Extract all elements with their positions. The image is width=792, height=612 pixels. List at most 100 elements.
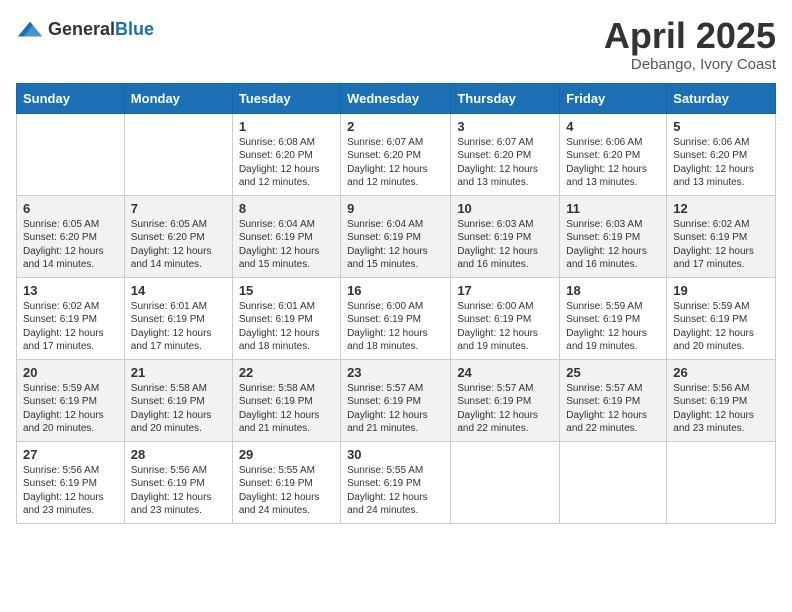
calendar-cell: 9 Sunrise: 6:04 AM Sunset: 6:19 PM Daylig…	[341, 195, 451, 277]
logo-general: GeneralBlue	[48, 20, 154, 40]
header: GeneralBlue April 2025 Debango, Ivory Co…	[16, 16, 776, 73]
title-area: April 2025 Debango, Ivory Coast	[604, 16, 776, 73]
day-info: Sunrise: 6:01 AM Sunset: 6:19 PM Dayligh…	[239, 300, 334, 354]
day-info: Sunrise: 5:58 AM Sunset: 6:19 PM Dayligh…	[239, 382, 334, 436]
calendar-cell: 20Sunrise: 5:59 AM Sunset: 6:19 PM Dayli…	[17, 359, 125, 441]
day-info: Sunrise: 5:56 AM Sunset: 6:19 PM Dayligh…	[23, 464, 118, 518]
days-header-row: Sunday Monday Tuesday Wednesday Thursday…	[17, 83, 776, 113]
day-info: Sunrise: 6:01 AM Sunset: 6:19 PM Dayligh…	[131, 300, 226, 354]
calendar-cell: 1 Sunrise: 6:08 AM Sunset: 6:20 PM Daylig…	[232, 113, 340, 195]
calendar-cell: 19Sunrise: 5:59 AM Sunset: 6:19 PM Dayli…	[667, 277, 776, 359]
day-number: 30	[347, 447, 444, 462]
calendar-cell: 3Sunrise: 6:07 AM Sunset: 6:20 PM Daylig…	[451, 113, 560, 195]
calendar-cell: 21 Sunrise: 5:58 AM Sunset: 6:19 PM Dayli…	[124, 359, 232, 441]
calendar-cell: 16 Sunrise: 6:00 AM Sunset: 6:19 PM Dayli…	[341, 277, 451, 359]
day-number: 18	[566, 283, 660, 298]
header-tuesday: Tuesday	[232, 83, 340, 113]
day-info: Sunrise: 5:57 AM Sunset: 6:19 PM Dayligh…	[347, 382, 444, 436]
header-wednesday: Wednesday	[341, 83, 451, 113]
logo-icon	[16, 16, 44, 44]
week-row-1: 1 Sunrise: 6:08 AM Sunset: 6:20 PM Daylig…	[17, 113, 776, 195]
calendar-cell: 8 Sunrise: 6:04 AM Sunset: 6:19 PM Daylig…	[232, 195, 340, 277]
day-info: Sunrise: 6:00 AM Sunset: 6:19 PM Dayligh…	[347, 300, 444, 354]
calendar-cell	[124, 113, 232, 195]
day-number: 29	[239, 447, 334, 462]
day-info: Sunrise: 6:08 AM Sunset: 6:20 PM Dayligh…	[239, 136, 334, 190]
day-number: 1	[239, 119, 334, 134]
day-number: 4	[566, 119, 660, 134]
calendar-cell	[560, 441, 667, 523]
day-info: Sunrise: 5:57 AM Sunset: 6:19 PM Dayligh…	[566, 382, 660, 436]
calendar-cell: 18 Sunrise: 5:59 AM Sunset: 6:19 PM Dayli…	[560, 277, 667, 359]
day-number: 13	[23, 283, 118, 298]
day-number: 28	[131, 447, 226, 462]
day-number: 9	[347, 201, 444, 216]
day-info: Sunrise: 6:03 AM Sunset: 6:19 PM Dayligh…	[566, 218, 660, 272]
week-row-4: 20Sunrise: 5:59 AM Sunset: 6:19 PM Dayli…	[17, 359, 776, 441]
header-saturday: Saturday	[667, 83, 776, 113]
day-number: 15	[239, 283, 334, 298]
calendar-cell: 12 Sunrise: 6:02 AM Sunset: 6:19 PM Dayli…	[667, 195, 776, 277]
day-number: 12	[673, 201, 769, 216]
day-info: Sunrise: 5:59 AM Sunset: 6:19 PM Dayligh…	[23, 382, 118, 436]
day-number: 25	[566, 365, 660, 380]
day-info: Sunrise: 6:00 AM Sunset: 6:19 PM Dayligh…	[457, 300, 553, 354]
calendar-cell: 4 Sunrise: 6:06 AM Sunset: 6:20 PM Daylig…	[560, 113, 667, 195]
calendar-cell: 2 Sunrise: 6:07 AM Sunset: 6:20 PM Daylig…	[341, 113, 451, 195]
day-number: 24	[457, 365, 553, 380]
calendar-cell: 5Sunrise: 6:06 AM Sunset: 6:20 PM Daylig…	[667, 113, 776, 195]
day-info: Sunrise: 6:05 AM Sunset: 6:20 PM Dayligh…	[23, 218, 118, 272]
day-info: Sunrise: 6:02 AM Sunset: 6:19 PM Dayligh…	[673, 218, 769, 272]
day-number: 3	[457, 119, 553, 134]
calendar-cell: 23Sunrise: 5:57 AM Sunset: 6:19 PM Dayli…	[341, 359, 451, 441]
calendar-cell: 30 Sunrise: 5:55 AM Sunset: 6:19 PM Dayli…	[341, 441, 451, 523]
day-info: Sunrise: 6:06 AM Sunset: 6:20 PM Dayligh…	[566, 136, 660, 190]
day-number: 22	[239, 365, 334, 380]
calendar-cell: 26 Sunrise: 5:56 AM Sunset: 6:19 PM Dayli…	[667, 359, 776, 441]
calendar-cell: 25 Sunrise: 5:57 AM Sunset: 6:19 PM Dayli…	[560, 359, 667, 441]
calendar-cell: 24Sunrise: 5:57 AM Sunset: 6:19 PM Dayli…	[451, 359, 560, 441]
calendar-cell: 11 Sunrise: 6:03 AM Sunset: 6:19 PM Dayli…	[560, 195, 667, 277]
day-number: 6	[23, 201, 118, 216]
header-sunday: Sunday	[17, 83, 125, 113]
calendar-cell: 14 Sunrise: 6:01 AM Sunset: 6:19 PM Dayli…	[124, 277, 232, 359]
day-info: Sunrise: 5:55 AM Sunset: 6:19 PM Dayligh…	[347, 464, 444, 518]
calendar-cell: 27 Sunrise: 5:56 AM Sunset: 6:19 PM Dayli…	[17, 441, 125, 523]
calendar-cell: 10Sunrise: 6:03 AM Sunset: 6:19 PM Dayli…	[451, 195, 560, 277]
location: Debango, Ivory Coast	[604, 56, 776, 73]
day-number: 11	[566, 201, 660, 216]
header-friday: Friday	[560, 83, 667, 113]
day-info: Sunrise: 6:06 AM Sunset: 6:20 PM Dayligh…	[673, 136, 769, 190]
calendar-cell: 17Sunrise: 6:00 AM Sunset: 6:19 PM Dayli…	[451, 277, 560, 359]
day-number: 27	[23, 447, 118, 462]
calendar-cell	[17, 113, 125, 195]
header-thursday: Thursday	[451, 83, 560, 113]
calendar-cell: 29 Sunrise: 5:55 AM Sunset: 6:19 PM Dayli…	[232, 441, 340, 523]
day-info: Sunrise: 6:07 AM Sunset: 6:20 PM Dayligh…	[347, 136, 444, 190]
day-info: Sunrise: 6:04 AM Sunset: 6:19 PM Dayligh…	[347, 218, 444, 272]
day-number: 19	[673, 283, 769, 298]
day-number: 2	[347, 119, 444, 134]
calendar-cell: 13 Sunrise: 6:02 AM Sunset: 6:19 PM Dayli…	[17, 277, 125, 359]
day-info: Sunrise: 5:56 AM Sunset: 6:19 PM Dayligh…	[673, 382, 769, 436]
day-info: Sunrise: 5:58 AM Sunset: 6:19 PM Dayligh…	[131, 382, 226, 436]
day-number: 14	[131, 283, 226, 298]
logo: GeneralBlue	[16, 16, 154, 44]
day-number: 8	[239, 201, 334, 216]
day-info: Sunrise: 6:03 AM Sunset: 6:19 PM Dayligh…	[457, 218, 553, 272]
calendar-cell: 28 Sunrise: 5:56 AM Sunset: 6:19 PM Dayli…	[124, 441, 232, 523]
day-info: Sunrise: 5:56 AM Sunset: 6:19 PM Dayligh…	[131, 464, 226, 518]
day-number: 21	[131, 365, 226, 380]
day-info: Sunrise: 5:59 AM Sunset: 6:19 PM Dayligh…	[566, 300, 660, 354]
day-number: 16	[347, 283, 444, 298]
calendar-table: Sunday Monday Tuesday Wednesday Thursday…	[16, 83, 776, 524]
day-number: 26	[673, 365, 769, 380]
day-info: Sunrise: 6:02 AM Sunset: 6:19 PM Dayligh…	[23, 300, 118, 354]
day-info: Sunrise: 6:04 AM Sunset: 6:19 PM Dayligh…	[239, 218, 334, 272]
month-title: April 2025	[604, 16, 776, 56]
header-monday: Monday	[124, 83, 232, 113]
calendar-cell: 6 Sunrise: 6:05 AM Sunset: 6:20 PM Daylig…	[17, 195, 125, 277]
day-info: Sunrise: 6:05 AM Sunset: 6:20 PM Dayligh…	[131, 218, 226, 272]
day-info: Sunrise: 5:55 AM Sunset: 6:19 PM Dayligh…	[239, 464, 334, 518]
calendar-cell	[667, 441, 776, 523]
